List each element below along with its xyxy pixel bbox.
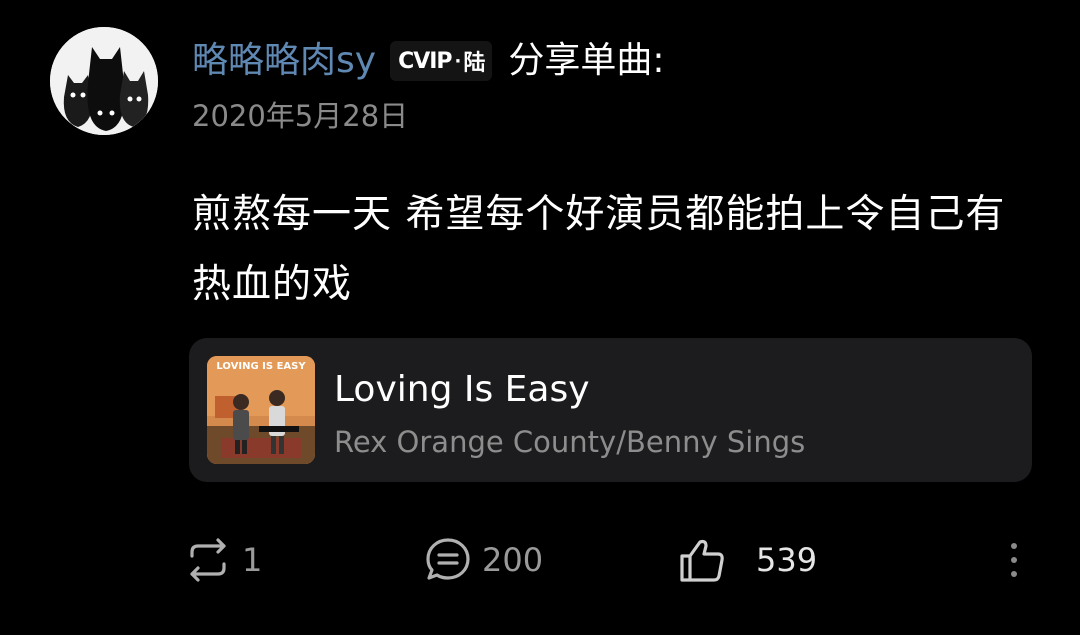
more-vertical-icon [1011,543,1017,577]
post-content[interactable]: 煎熬每一天 希望每个好演员都能拍上令自己有热血的戏 [192,180,1022,320]
vip-badge[interactable]: CVIP · 陆 [390,41,493,81]
post-date: 2020年5月28日 [192,99,409,133]
song-title: Loving Is Easy [334,369,590,410]
username-link[interactable]: 略略略肉sy [192,36,376,86]
song-artist: Rex Orange County/Benny Sings [334,425,806,459]
avatar-cats-image [50,27,158,135]
post-card: 略略略肉sy CVIP · 陆 分享单曲: 2020年5月28日 煎熬每一天 希… [0,0,1080,635]
repost-count: 1 [242,541,263,579]
comment-icon [426,538,470,580]
repost-icon [190,538,226,582]
album-cover-title: LOVING IS EASY [216,361,306,372]
vip-badge-suffix: 陆 [463,51,485,76]
avatar[interactable] [50,27,158,135]
song-card[interactable]: LOVING IS EASY Loving Is Easy Rex Orange… [189,338,1032,482]
more-button[interactable] [1000,528,1028,592]
album-cover: LOVING IS EASY [207,356,315,464]
comment-button[interactable]: 200 [424,528,543,592]
vip-badge-dot: · [454,50,462,72]
share-label: 分享单曲: [508,40,665,81]
thumbs-up-icon [680,539,724,582]
comment-count: 200 [482,541,544,579]
post-header: 略略略肉sy CVIP · 陆 分享单曲: [192,36,665,86]
like-button[interactable]: 539 [678,528,817,592]
album-cover-image: LOVING IS EASY [207,356,315,464]
action-bar: 1 200 539 [0,528,1080,592]
like-count: 539 [756,541,818,579]
repost-button[interactable]: 1 [184,528,262,592]
vip-badge-text: CVIP [398,48,452,74]
